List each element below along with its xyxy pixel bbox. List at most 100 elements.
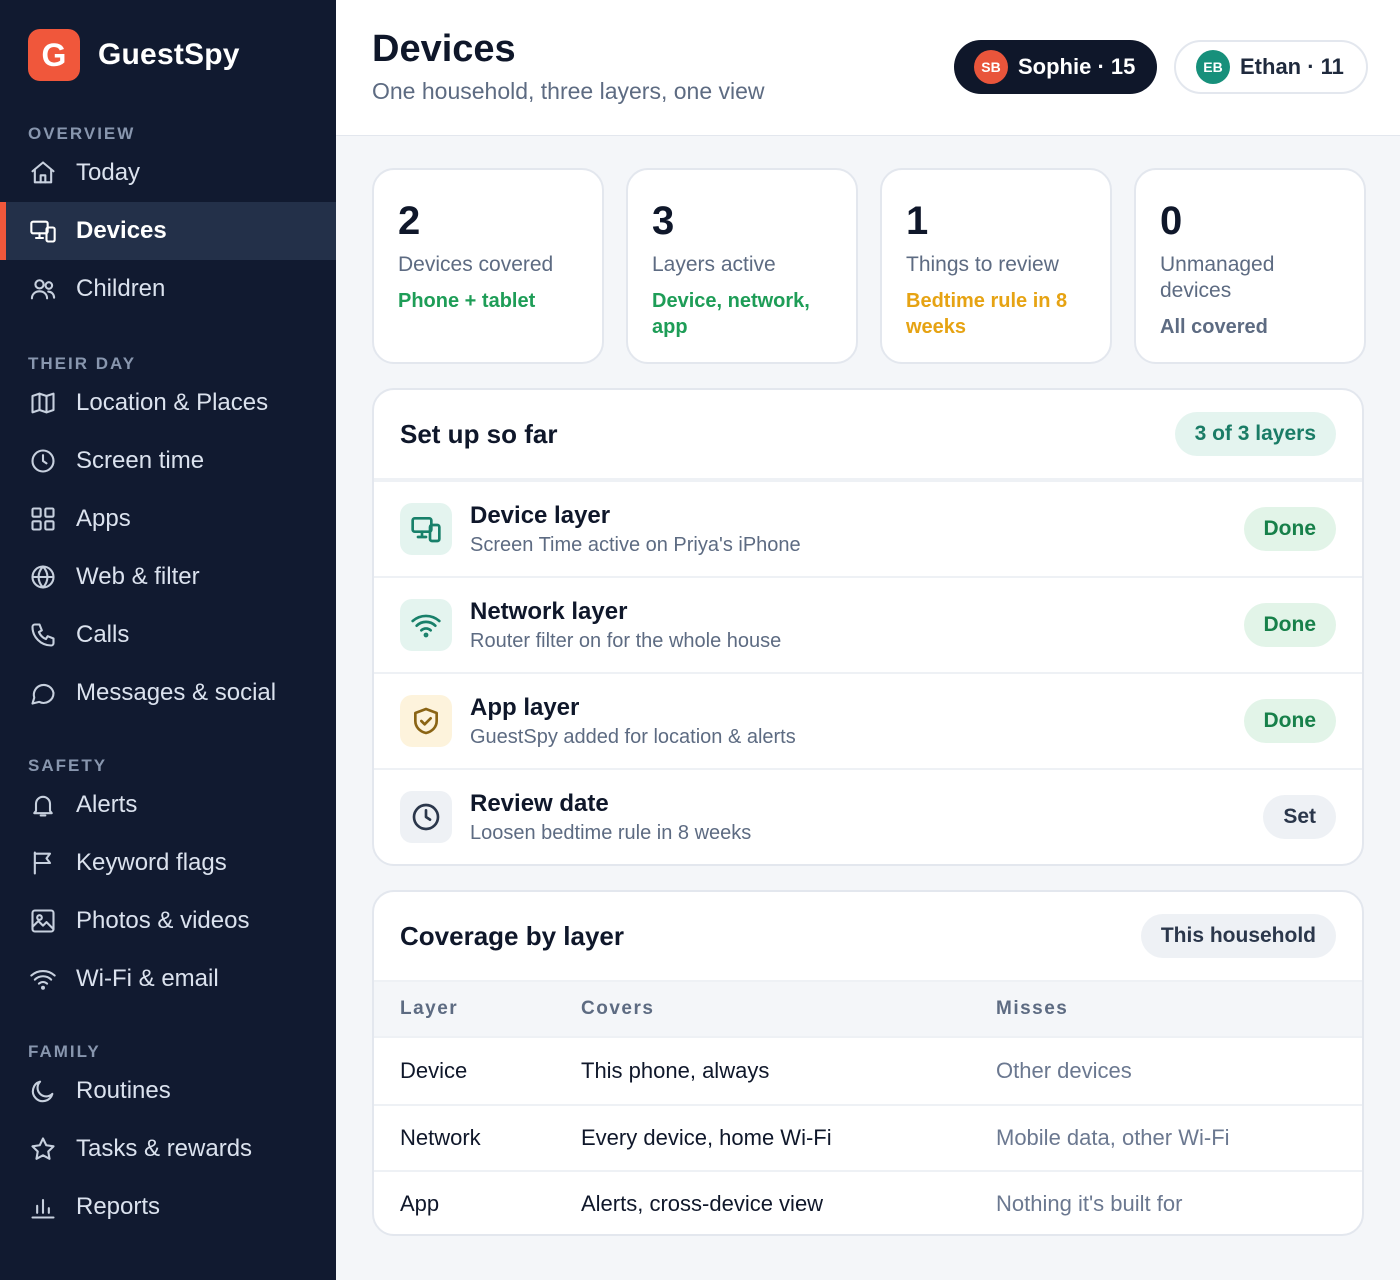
table-header: Layer Covers Misses (374, 982, 1362, 1038)
cell-layer: App (400, 1191, 440, 1216)
cell-misses: Mobile data, other Wi-Fi (996, 1125, 1230, 1150)
sidebar-item-label: Web & filter (76, 563, 200, 590)
sidebar-item-label: Wi-Fi & email (76, 965, 219, 992)
image-icon (28, 906, 58, 936)
status-badge: Done (1243, 699, 1336, 743)
scope-badge[interactable]: This household (1140, 914, 1336, 958)
sidebar-item-reports[interactable]: Reports (0, 1178, 336, 1236)
sidebar-item-label: Location & Places (76, 389, 269, 416)
card-header: Set up so far 3 of 3 layers (374, 390, 1362, 480)
sidebar-item-tasks[interactable]: Tasks & rewards (0, 1120, 336, 1178)
sidebar-item-label: Calls (76, 621, 130, 648)
row-title: App layer (470, 693, 580, 721)
sidebar-item-label: Apps (76, 505, 131, 532)
sidebar-item-label: Keyword flags (76, 849, 227, 876)
bar-chart-icon (28, 1192, 58, 1222)
section-label-overview: OVERVIEW (28, 124, 136, 143)
child-switcher-sophie[interactable]: SB Sophie · 15 (954, 40, 1158, 94)
setup-row-review-date[interactable]: Review date Loosen bedtime rule in 8 wee… (374, 768, 1362, 864)
flag-icon (28, 848, 58, 878)
grid-icon (28, 504, 58, 534)
column-header-misses: Misses (996, 998, 1069, 1019)
stat-card-layers-active[interactable]: 3 Layers active Device, network, app (626, 168, 858, 364)
users-icon (28, 274, 58, 304)
cell-layer: Device (400, 1058, 468, 1083)
row-title: Review date (470, 789, 609, 817)
table-row: App Alerts, cross-device view Nothing it… (374, 1170, 1362, 1234)
card-title: Coverage by layer (400, 920, 625, 951)
wifi-icon (400, 599, 452, 651)
sidebar-item-label: Children (76, 275, 166, 302)
sidebar-item-photos[interactable]: Photos & videos (0, 892, 336, 950)
row-text: App layer GuestSpy added for location & … (470, 694, 796, 749)
sidebar-item-label: Routines (76, 1077, 171, 1104)
stat-card-devices-covered[interactable]: 2 Devices covered Phone + tablet (372, 168, 604, 364)
sidebar-item-screen-time[interactable]: Screen time (0, 432, 336, 490)
setup-row-network-layer[interactable]: Network layer Router filter on for the w… (374, 576, 1362, 672)
sidebar-item-label: Screen time (76, 447, 205, 474)
brand-logo-icon: G (28, 29, 80, 81)
cell-layer: Network (400, 1125, 481, 1150)
sidebar-item-messages[interactable]: Messages & social (0, 664, 336, 722)
row-text: Review date Loosen bedtime rule in 8 wee… (470, 790, 751, 845)
stat-label: Devices covered (398, 253, 554, 276)
stat-card-unmanaged-devices[interactable]: 0 Unmanaged devices All covered (1134, 168, 1366, 364)
sidebar-item-label: Messages & social (76, 679, 277, 706)
main-content: Devices One household, three layers, one… (336, 0, 1400, 1280)
sidebar-item-label: Devices (76, 217, 167, 244)
sidebar-item-apps[interactable]: Apps (0, 490, 336, 548)
setup-row-app-layer[interactable]: App layer GuestSpy added for location & … (374, 672, 1362, 768)
row-text: Device layer Screen Time active on Priya… (470, 502, 801, 557)
brand[interactable]: G GuestSpy (0, 0, 336, 110)
stat-value: 1 (906, 199, 929, 243)
page-header: Devices One household, three layers, one… (336, 0, 1400, 136)
page-subtitle: One household, three layers, one view (372, 78, 765, 104)
sidebar-item-alerts[interactable]: Alerts (0, 776, 336, 834)
stat-label: Layers active (652, 253, 776, 276)
map-icon (28, 388, 58, 418)
sidebar-item-wifi-email[interactable]: Wi-Fi & email (0, 950, 336, 1008)
avatar: EB (1196, 50, 1230, 84)
stat-note: Phone + tablet (398, 290, 536, 312)
sidebar-item-label: Alerts (76, 791, 138, 818)
child-switcher-ethan[interactable]: EB Ethan · 11 (1174, 40, 1368, 94)
column-header-layer: Layer (400, 998, 459, 1019)
sidebar-item-web-filter[interactable]: Web & filter (0, 548, 336, 606)
phone-icon (28, 620, 58, 650)
layers-count-badge: 3 of 3 layers (1174, 412, 1336, 456)
sidebar: G GuestSpy OVERVIEW Today Devices Childr… (0, 0, 336, 1280)
star-icon (28, 1134, 58, 1164)
setup-row-device-layer[interactable]: Device layer Screen Time active on Priya… (374, 480, 1362, 576)
status-badge: Done (1243, 603, 1336, 647)
sidebar-item-location[interactable]: Location & Places (0, 374, 336, 432)
stat-card-things-to-review[interactable]: 1 Things to review Bedtime rule in 8 wee… (880, 168, 1112, 364)
wifi-icon (28, 964, 58, 994)
globe-icon (28, 562, 58, 592)
row-subtitle: Screen Time active on Priya's iPhone (470, 533, 801, 556)
sidebar-item-children[interactable]: Children (0, 260, 336, 318)
stat-note: Device, network, app (652, 290, 810, 338)
page-title: Devices (372, 28, 516, 70)
child-label: Sophie · 15 (1018, 54, 1136, 79)
chat-icon (28, 678, 58, 708)
row-subtitle: Router filter on for the whole house (470, 629, 782, 652)
sidebar-item-calls[interactable]: Calls (0, 606, 336, 664)
section-label-their-day: THEIR DAY (28, 354, 137, 373)
table-row: Network Every device, home Wi-Fi Mobile … (374, 1104, 1362, 1170)
sidebar-item-today[interactable]: Today (0, 144, 336, 202)
sidebar-item-keyword-flags[interactable]: Keyword flags (0, 834, 336, 892)
section-label-safety: SAFETY (28, 756, 108, 775)
stat-note: Bedtime rule in 8 weeks (906, 290, 1068, 338)
sidebar-item-devices[interactable]: Devices (0, 202, 336, 260)
stat-value: 3 (652, 199, 675, 243)
cell-misses: Nothing it's built for (996, 1191, 1183, 1216)
clock-icon (400, 791, 452, 843)
stat-label: Things to review (906, 253, 1059, 276)
brand-name: GuestSpy (98, 38, 240, 71)
home-icon (28, 158, 58, 188)
devices-icon (28, 216, 58, 246)
sidebar-item-routines[interactable]: Routines (0, 1062, 336, 1120)
set-review-button[interactable]: Set (1263, 795, 1336, 839)
card-title: Set up so far (400, 418, 558, 449)
cell-covers: Every device, home Wi-Fi (581, 1125, 832, 1150)
